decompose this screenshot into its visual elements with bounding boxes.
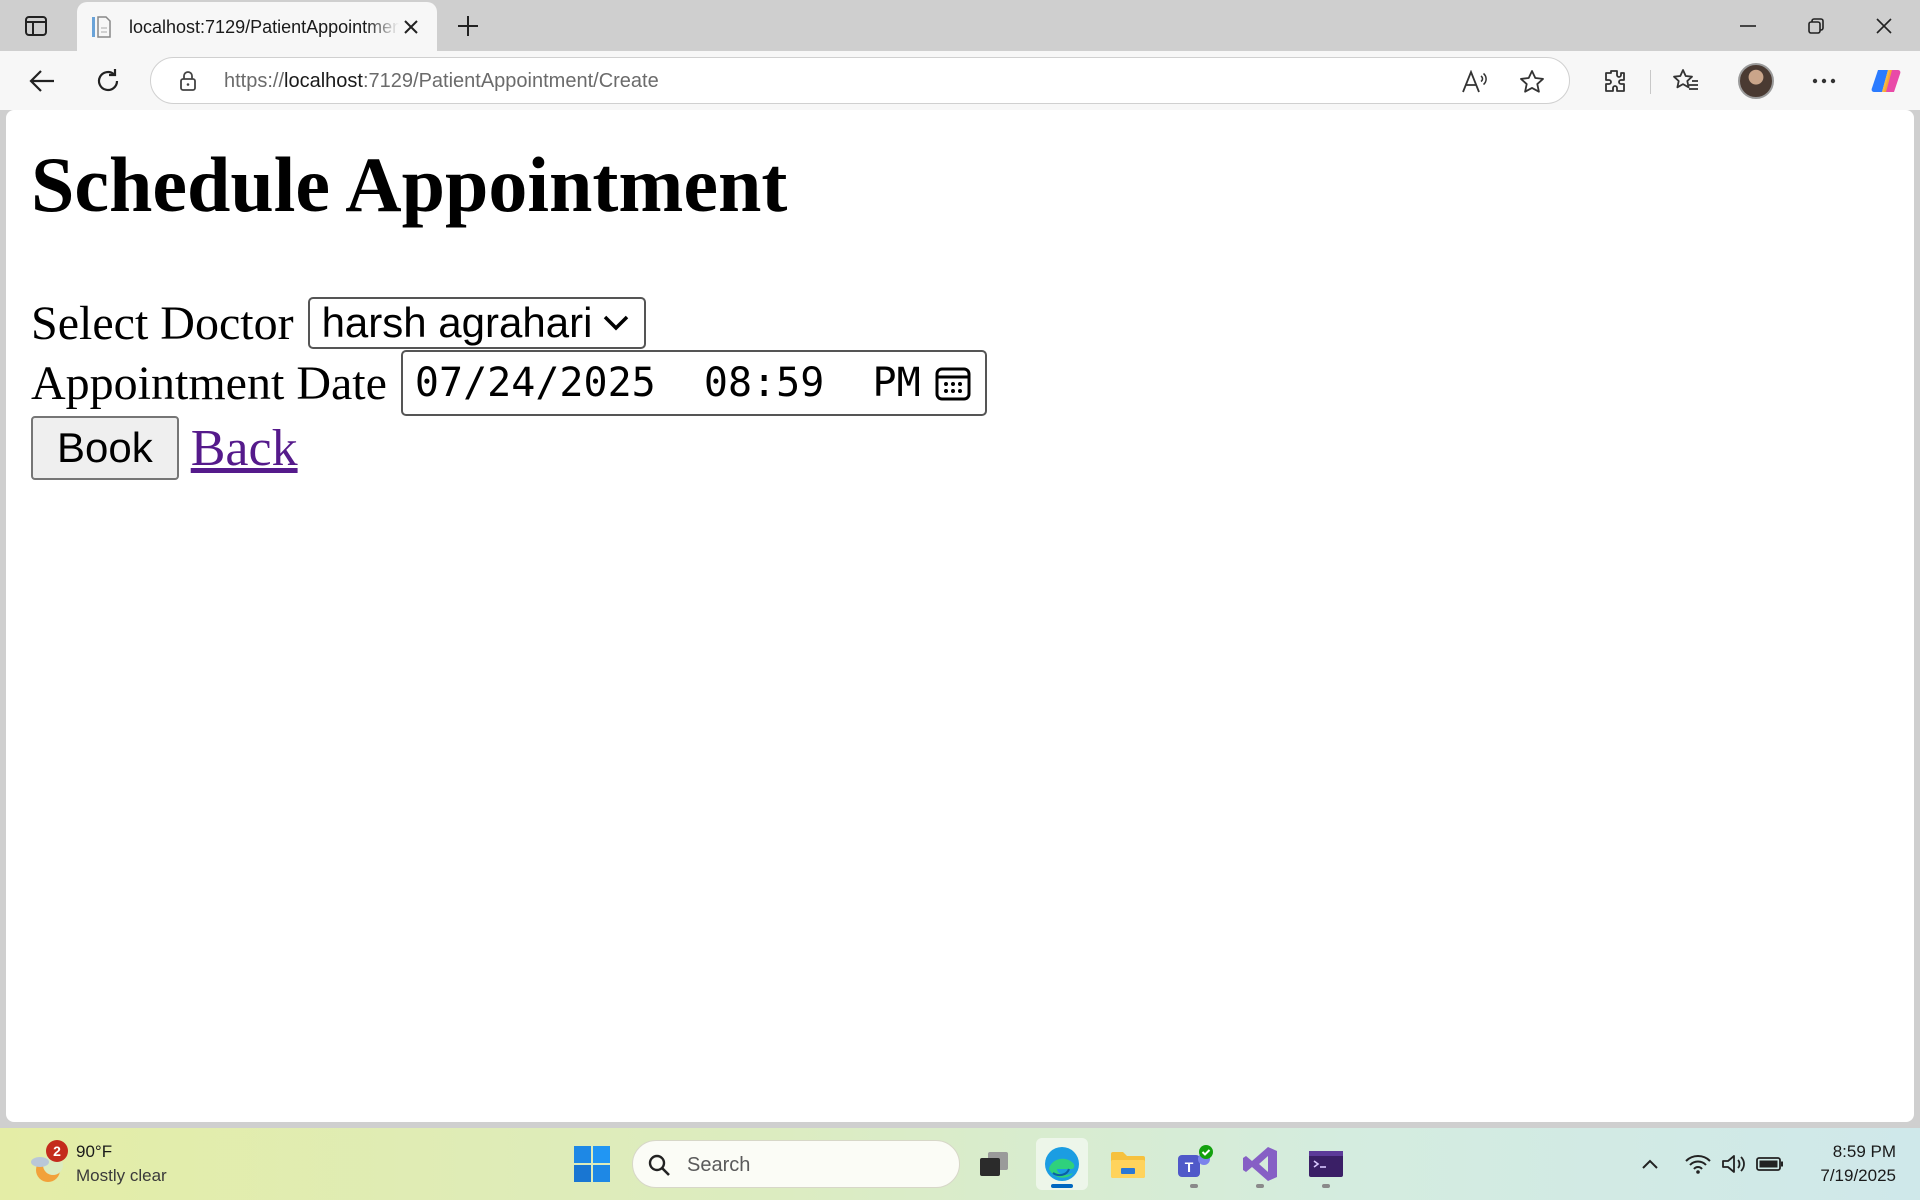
open-app-indicator [1256,1184,1264,1188]
book-button[interactable]: Book [31,416,179,480]
url-text[interactable]: https://localhost:7129/PatientAppointmen… [224,70,659,93]
back-link[interactable]: Back [191,419,298,478]
taskbar-search[interactable]: Search [632,1140,960,1188]
new-tab-icon[interactable] [452,10,484,42]
read-aloud-icon[interactable] [1459,67,1489,97]
appointment-datetime-input[interactable]: 07/24/2025 08:59 PM [400,350,987,416]
doctor-selected-value: harsh agrahari [321,299,593,346]
weather-description: Mostly clear [76,1166,167,1185]
favorites-icon[interactable] [1668,63,1704,99]
browser-toolbar: https://localhost:7129/PatientAppointmen… [0,51,1920,110]
close-tab-icon[interactable] [399,15,423,39]
tab-patient-appointment[interactable]: localhost:7129/PatientAppointment/Create [77,2,437,52]
windows-start-icon[interactable] [572,1144,612,1184]
profile-avatar[interactable] [1738,63,1774,99]
volume-icon[interactable] [1720,1150,1748,1178]
date-label: Appointment Date [31,356,387,410]
edge-browser-icon[interactable] [1036,1138,1088,1190]
search-placeholder: Search [687,1154,751,1176]
open-app-indicator [1190,1184,1198,1188]
active-app-indicator [1051,1184,1073,1188]
doctor-select[interactable]: harsh agrahari [307,297,647,349]
weather-temperature: 90°F [76,1142,113,1161]
favorite-star-icon[interactable] [1517,67,1547,97]
system-clock[interactable]: 8:59 PM 7/19/2025 [1820,1140,1896,1188]
page-favicon-icon [89,15,113,39]
url-path: :7129/PatientAppointment/Create [362,70,659,92]
url-host: localhost [284,70,363,92]
doctor-label: Select Doctor [31,296,294,350]
calendar-icon[interactable] [933,363,973,403]
terminal-icon[interactable] [1300,1138,1352,1190]
tab-title: localhost:7129/PatientAppointment/Create [129,16,399,37]
datetime-value: 07/24/2025 08:59 PM [414,360,921,406]
refresh-icon[interactable] [90,63,126,99]
lock-icon[interactable] [177,70,199,92]
open-app-indicator [1322,1184,1330,1188]
chevron-up-icon[interactable] [1636,1150,1664,1178]
copilot-icon[interactable] [1868,63,1904,99]
chevron-down-icon [602,308,632,338]
minimize-icon[interactable] [1728,8,1768,44]
page-title: Schedule Appointment [31,141,788,228]
visual-studio-icon[interactable] [1234,1138,1286,1190]
taskbar: 2 90°F Mostly clear Search T 8:59 PM 7/1… [0,1128,1920,1200]
weather-widget[interactable]: 2 90°F Mostly clear [26,1138,186,1192]
browser-titlebar: localhost:7129/PatientAppointment/Create [0,0,1920,52]
address-bar[interactable]: https://localhost:7129/PatientAppointmen… [150,57,1570,104]
clock-date: 7/19/2025 [1820,1166,1896,1185]
restore-icon[interactable] [1796,8,1836,44]
more-options-icon[interactable] [1806,63,1842,99]
date-row: Appointment Date 07/24/2025 08:59 PM [31,350,1889,416]
doctor-row: Select Doctor harsh agrahari [31,294,1889,352]
weather-alert-badge: 2 [46,1140,68,1162]
task-view-icon[interactable] [968,1138,1020,1190]
teams-icon[interactable]: T [1168,1138,1220,1190]
clock-time: 8:59 PM [1832,1142,1896,1161]
back-arrow-icon[interactable] [24,63,60,99]
toolbar-divider [1650,70,1651,94]
file-explorer-icon[interactable] [1102,1138,1154,1190]
svg-text:T: T [1185,1159,1194,1175]
tab-actions-icon[interactable] [20,12,52,40]
url-scheme: https:// [224,70,285,92]
extensions-icon[interactable] [1596,63,1632,99]
page-viewport: Schedule Appointment Select Doctor harsh… [6,110,1914,1122]
search-icon [648,1154,670,1176]
appointment-form-page: Schedule Appointment Select Doctor harsh… [6,110,1914,510]
wifi-icon[interactable] [1684,1150,1712,1178]
battery-icon[interactable] [1756,1150,1784,1178]
form-actions: Book Back [31,416,1889,480]
close-window-icon[interactable] [1864,8,1904,44]
